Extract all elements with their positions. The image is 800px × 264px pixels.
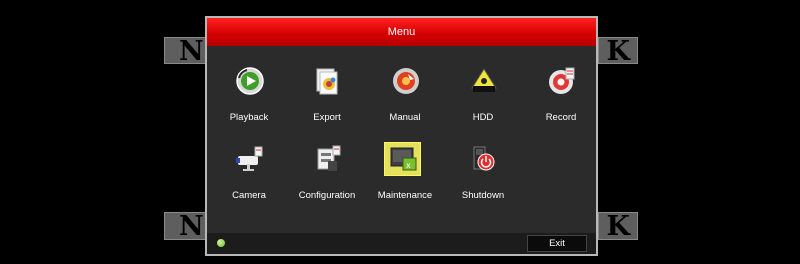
menu-item-label: Manual [389, 112, 421, 123]
menu-item-label: Shutdown [461, 190, 505, 201]
shutdown-icon [469, 144, 499, 174]
menu-item-record[interactable]: Record [522, 52, 600, 128]
watermark-text: K [606, 212, 631, 240]
menu-item-label: Maintenance [377, 190, 433, 201]
manual-icon [391, 66, 421, 96]
menu-item-label: Playback [229, 112, 269, 123]
camera-icon [235, 144, 265, 174]
status-indicator-icon [217, 239, 225, 247]
menu-item-manual[interactable]: Manual [366, 52, 444, 128]
menu-item-camera[interactable]: Camera [210, 130, 288, 206]
camera-tile-bottom-left: NO [164, 212, 208, 240]
hdd-icon [469, 66, 499, 96]
main-menu-dialog: Menu Playback Export Manual HDD Record C… [205, 16, 598, 256]
export-icon [313, 66, 343, 96]
camera-tile-bottom-right: K [598, 212, 638, 240]
menu-item-export[interactable]: Export [288, 52, 366, 128]
menu-item-playback[interactable]: Playback [210, 52, 288, 128]
camera-tile-top-left: NO [164, 37, 208, 64]
watermark-text: NO [179, 37, 207, 64]
menu-item-shutdown[interactable]: Shutdown [444, 130, 522, 206]
camera-tile-top-right: K [598, 37, 638, 64]
menu-item-configuration[interactable]: Configuration [288, 130, 366, 206]
configuration-icon [313, 144, 343, 174]
menu-item-hdd[interactable]: HDD [444, 52, 522, 128]
watermark-text: K [606, 37, 631, 64]
svg-text:x: x [406, 161, 411, 170]
menu-item-label: Camera [232, 190, 266, 201]
menu-item-label: Export [313, 112, 341, 123]
menu-grid: Playback Export Manual HDD Record Camera… [207, 48, 596, 234]
playback-icon [235, 66, 265, 96]
record-icon [547, 66, 577, 96]
menu-title: Menu [207, 18, 596, 46]
watermark-text: NO [179, 212, 207, 240]
menu-item-label: Record [545, 112, 577, 123]
exit-button[interactable]: Exit [527, 235, 587, 252]
maintenance-icon: x [384, 142, 421, 176]
menu-item-label: Configuration [298, 190, 356, 201]
menu-footer: Exit [207, 233, 596, 254]
menu-item-maintenance[interactable]: x Maintenance [366, 130, 444, 206]
menu-item-label: HDD [472, 112, 494, 123]
